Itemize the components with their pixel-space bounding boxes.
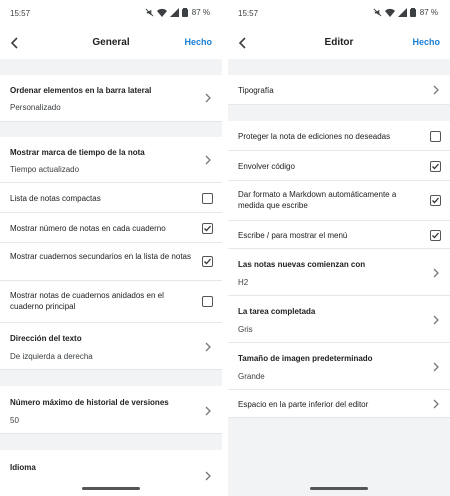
setting-typography[interactable]: Tipografía — [228, 75, 450, 105]
setting-title: Las notas nuevas comienzan con — [238, 260, 366, 269]
setting-value: 50 — [10, 416, 19, 425]
check-icon — [204, 258, 211, 265]
app-bar: General Hecho — [0, 27, 222, 59]
chevron-right-icon — [205, 406, 211, 416]
setting-new-notes-start[interactable]: Las notas nuevas comienzan con H2 — [228, 249, 450, 296]
done-button[interactable]: Hecho — [184, 37, 212, 47]
setting-protect-note[interactable]: Proteger la nota de ediciones no deseada… — [228, 121, 450, 151]
battery-percent: 87 % — [419, 8, 438, 17]
setting-title: Espacio en la parte inferior del editor — [238, 400, 369, 409]
setting-title: Número máximo de historial de versiones — [10, 398, 169, 407]
setting-title: Mostrar marca de tiempo de la nota — [10, 148, 145, 157]
mute-icon — [145, 8, 154, 17]
battery-percent: 87 % — [191, 8, 210, 17]
checkbox-checked[interactable] — [430, 230, 441, 241]
setting-sidebar-order[interactable]: Ordenar elementos en la barra lateral Pe… — [0, 75, 222, 122]
setting-value: De izquierda a derecha — [10, 352, 93, 361]
signal-icon — [397, 8, 407, 17]
setting-value: Grande — [238, 372, 265, 381]
check-icon — [432, 163, 439, 170]
checkbox-checked[interactable] — [430, 161, 441, 172]
setting-title: Mostrar cuadernos secundarios en la list… — [10, 252, 191, 261]
battery-icon — [181, 8, 188, 17]
setting-note-timestamp[interactable]: Mostrar marca de tiempo de la nota Tiemp… — [0, 137, 222, 183]
chevron-right-icon — [205, 471, 211, 481]
setting-note-count[interactable]: Mostrar número de notas en cada cuaderno — [0, 213, 222, 243]
setting-title: Ordenar elementos en la barra lateral — [10, 86, 152, 95]
setting-value: Tiempo actualizado — [10, 165, 80, 174]
setting-wrap-code[interactable]: Envolver código — [228, 151, 450, 181]
setting-title: La tarea completada — [238, 307, 316, 316]
mute-icon — [373, 8, 382, 17]
setting-title: Proteger la nota de ediciones no deseada… — [238, 132, 391, 141]
chevron-right-icon — [205, 342, 211, 352]
setting-compact-notes[interactable]: Lista de notas compactas — [0, 183, 222, 213]
chevron-right-icon — [433, 399, 439, 409]
setting-slash-menu[interactable]: Escribe / para mostrar el menú — [228, 221, 450, 249]
status-time: 15:57 — [238, 9, 259, 18]
setting-title: Mostrar notas de cuadernos anidados en e… — [10, 291, 164, 311]
chevron-right-icon — [433, 85, 439, 95]
checkbox-checked[interactable] — [430, 195, 441, 206]
status-bar: 15:57 87 % — [228, 0, 450, 27]
wifi-icon — [156, 8, 167, 17]
setting-sub-notebooks[interactable]: Mostrar cuadernos secundarios en la list… — [0, 243, 222, 281]
signal-icon — [169, 8, 179, 17]
setting-title: Tamaño de imagen predeterminado — [238, 354, 373, 363]
chevron-right-icon — [433, 362, 439, 372]
checkbox-checked[interactable] — [202, 256, 213, 267]
setting-value: H2 — [238, 278, 249, 287]
setting-title: Mostrar número de notas en cada cuaderno — [10, 224, 166, 233]
home-indicator — [82, 487, 140, 490]
setting-title: Dirección del texto — [10, 334, 82, 343]
setting-title: Idioma — [10, 463, 36, 472]
setting-version-history[interactable]: Número máximo de historial de versiones … — [0, 386, 222, 434]
setting-completed-task[interactable]: La tarea completada Gris — [228, 296, 450, 343]
battery-icon — [409, 8, 416, 17]
setting-value: Gris — [238, 325, 253, 334]
check-icon — [432, 197, 439, 204]
setting-bottom-space[interactable]: Espacio en la parte inferior del editor — [228, 390, 450, 418]
editor-settings-screen: 15:57 87 % Editor Hecho Tipografía Prote… — [228, 0, 450, 496]
checkbox-checked[interactable] — [202, 223, 213, 234]
setting-title: Lista de notas compactas — [10, 194, 101, 203]
checkbox-unchecked[interactable] — [430, 131, 441, 142]
general-settings-screen: 15:57 87 % General Hecho Ordenar element… — [0, 0, 222, 496]
wifi-icon — [384, 8, 395, 17]
check-icon — [432, 232, 439, 239]
setting-text-direction[interactable]: Dirección del texto De izquierda a derec… — [0, 323, 222, 370]
chevron-right-icon — [433, 268, 439, 278]
done-button[interactable]: Hecho — [412, 37, 440, 47]
checkbox-unchecked[interactable] — [202, 193, 213, 204]
chevron-right-icon — [433, 315, 439, 325]
setting-default-image-size[interactable]: Tamaño de imagen predeterminado Grande — [228, 343, 450, 390]
chevron-right-icon — [205, 155, 211, 165]
status-time: 15:57 — [10, 9, 31, 18]
setting-nested-notes[interactable]: Mostrar notas de cuadernos anidados en e… — [0, 281, 222, 323]
home-indicator — [310, 487, 368, 490]
setting-value: Personalizado — [10, 103, 61, 112]
setting-title: Tipografía — [238, 86, 274, 95]
setting-title: Envolver código — [238, 162, 295, 171]
check-icon — [204, 225, 211, 232]
checkbox-unchecked[interactable] — [202, 296, 213, 307]
setting-title: Dar formato a Markdown automáticamente a… — [238, 190, 397, 210]
status-bar: 15:57 87 % — [0, 0, 222, 27]
chevron-right-icon — [205, 93, 211, 103]
app-bar: Editor Hecho — [228, 27, 450, 59]
setting-title: Escribe / para mostrar el menú — [238, 231, 348, 240]
setting-auto-markdown[interactable]: Dar formato a Markdown automáticamente a… — [228, 181, 450, 221]
